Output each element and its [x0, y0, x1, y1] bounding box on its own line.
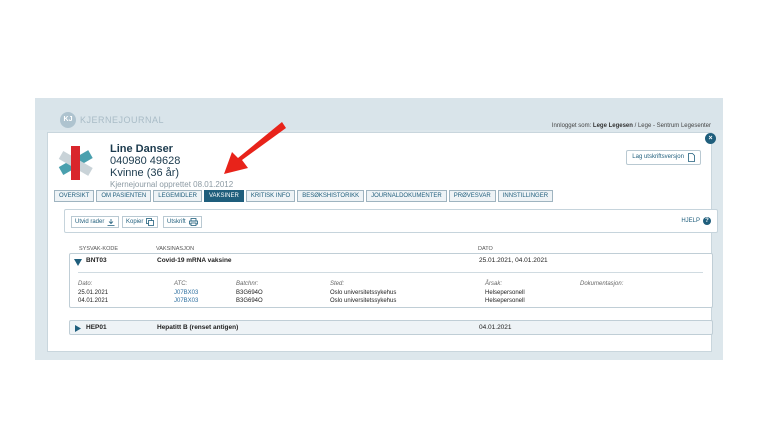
- vaccine-dates: 04.01.2021: [479, 324, 512, 331]
- tab-om-pasienten[interactable]: OM PASIENTEN: [96, 190, 152, 202]
- detail-header-reason: Årsak:: [485, 281, 503, 287]
- login-rest: / Lege - Sentrum Legesenter: [634, 123, 711, 129]
- detail-header-place: Sted:: [330, 281, 345, 287]
- print-label: Utskrift: [167, 219, 186, 225]
- login-info: Innlogget som: Lege Legesen / Lege - Sen…: [552, 123, 711, 129]
- pdf-icon: [688, 153, 695, 162]
- detail-header-batch: Batchnr:: [236, 281, 259, 287]
- kjernejournal-logo-icon: KJ: [60, 112, 76, 128]
- collapse-triangle-icon[interactable]: [74, 259, 82, 266]
- tab-innstillinger[interactable]: INNSTILLINGER: [497, 190, 554, 202]
- dose-date: 04.01.2021: [78, 298, 109, 304]
- copy-icon: [146, 218, 155, 226]
- help-label: HJELP: [681, 218, 700, 224]
- top-bar: KJ KJERNEJOURNAL Innlogget som: Lege Leg…: [35, 98, 723, 130]
- vaccine-name: Covid-19 mRNA vaksine: [157, 257, 232, 264]
- red-arrow-annotation: [224, 122, 286, 174]
- tab-vaksiner[interactable]: VAKSINER: [203, 190, 244, 202]
- print-version-button[interactable]: Lag utskriftsversjon: [626, 150, 701, 165]
- tab-kritisk-info[interactable]: KRITISK INFO: [245, 190, 296, 202]
- tab-legemidler[interactable]: LEGEMIDLER: [153, 190, 202, 202]
- dose-batch: B3G694O: [236, 298, 263, 304]
- dose-reason: Helsepersonell: [485, 298, 525, 304]
- tab-journaldokumenter[interactable]: JOURNALDOKUMENTER: [366, 190, 447, 202]
- dose-atc-link[interactable]: J07BX03: [174, 290, 198, 296]
- patient-panel: Line Danser 040980 49628 Kvinne (36 år) …: [47, 132, 718, 352]
- patient-id: 040980 49628: [110, 155, 181, 167]
- dose-place: Oslo universitetssykehus: [330, 298, 397, 304]
- column-header-date: DATO: [478, 246, 493, 252]
- vaccine-dates: 25.01.2021, 04.01.2021: [479, 257, 548, 264]
- row-divider: [78, 272, 703, 273]
- vaccine-code: HEP01: [86, 324, 107, 331]
- login-user: Lege Legesen: [592, 123, 633, 129]
- patient-gender-age: Kvinne (36 år): [110, 167, 180, 179]
- column-header-code: SYSVAK-KODE: [79, 246, 119, 252]
- dose-atc-link[interactable]: J07BX03: [174, 298, 198, 304]
- question-icon: ?: [703, 217, 711, 225]
- detail-header-documentation: Dokumentasjon:: [580, 281, 624, 287]
- dose-reason: Helsepersonell: [485, 290, 525, 296]
- app-title: KJERNEJOURNAL: [80, 115, 165, 125]
- download-icon: [107, 218, 115, 226]
- dose-place: Oslo universitetssykehus: [330, 290, 397, 296]
- print-version-label: Lag utskriftsversjon: [632, 154, 684, 160]
- vaccine-name: Hepatitt B (renset antigen): [157, 324, 239, 331]
- close-icon[interactable]: ×: [705, 133, 716, 144]
- vaccine-row-expanded[interactable]: BNT03 Covid-19 mRNA vaksine 25.01.2021, …: [69, 253, 713, 308]
- toolbar: Utvid rader Kopier Utskrift HJELP ?: [64, 209, 718, 233]
- login-prefix: Innlogget som:: [551, 123, 592, 129]
- screen: KJ KJERNEJOURNAL Innlogget som: Lege Leg…: [35, 98, 723, 360]
- printer-icon: [188, 218, 198, 226]
- copy-button[interactable]: Kopier: [122, 216, 159, 228]
- tab-bar: OVERSIKT OM PASIENTEN LEGEMIDLER VAKSINE…: [54, 190, 554, 202]
- dose-date: 25.01.2021: [78, 290, 109, 296]
- expand-triangle-icon[interactable]: [75, 325, 81, 332]
- tab-oversikt[interactable]: OVERSIKT: [54, 190, 95, 202]
- expand-rows-label: Utvid rader: [75, 219, 105, 225]
- detail-header-atc: ATC:: [174, 281, 188, 287]
- medical-star-logo-icon: [58, 146, 93, 180]
- journal-created-date: Kjernejournal opprettet 08.01.2012: [110, 180, 234, 189]
- tab-provesvar[interactable]: PRØVESVAR: [448, 190, 496, 202]
- copy-label: Kopier: [126, 219, 144, 225]
- column-header-vaccination: VAKSINASJON: [156, 246, 195, 252]
- vaccine-row-collapsed[interactable]: HEP01 Hepatitt B (renset antigen) 04.01.…: [69, 320, 713, 335]
- help-button[interactable]: HJELP ?: [681, 217, 711, 225]
- dose-batch: B3G694O: [236, 290, 263, 296]
- tab-besokshistorikk[interactable]: BESØKSHISTORIKK: [297, 190, 365, 202]
- patient-name: Line Danser: [110, 143, 173, 155]
- expand-rows-button[interactable]: Utvid rader: [71, 216, 120, 228]
- print-button[interactable]: Utskrift: [163, 216, 202, 228]
- vaccine-code: BNT03: [86, 257, 107, 264]
- detail-header-date: Dato:: [78, 281, 93, 287]
